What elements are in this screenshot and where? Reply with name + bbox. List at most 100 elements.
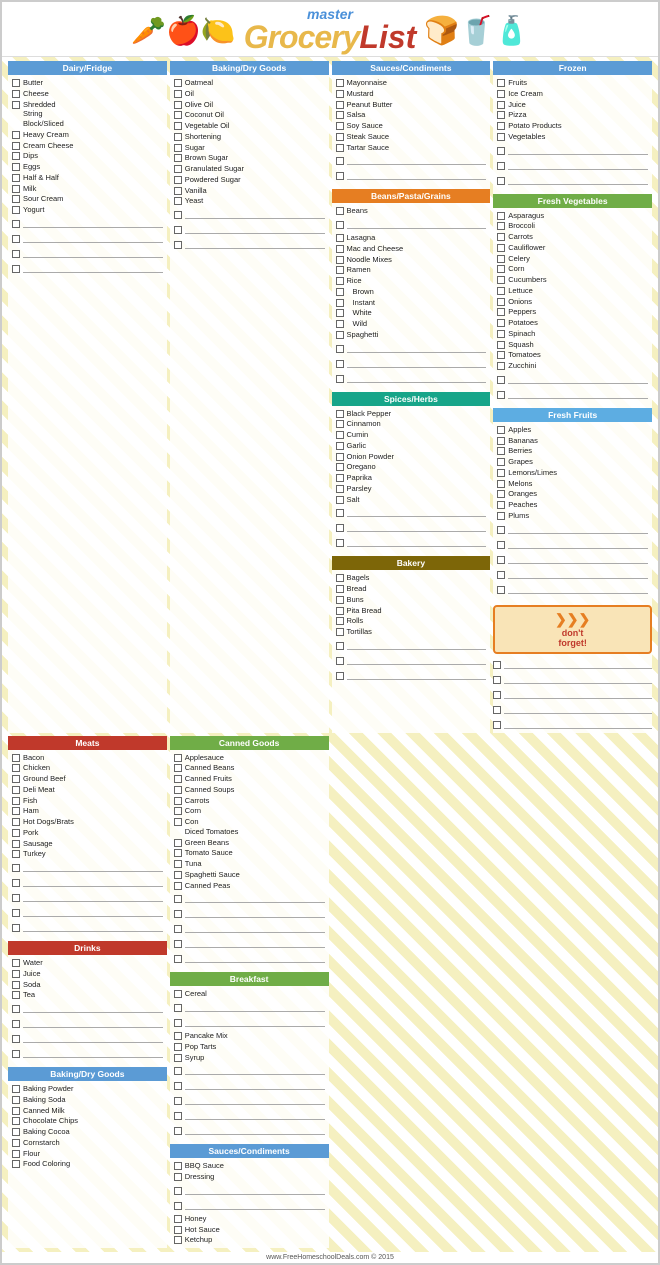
checkbox[interactable]: [336, 596, 344, 604]
checkbox[interactable]: [493, 721, 501, 729]
checkbox[interactable]: [336, 642, 344, 650]
checkbox[interactable]: [336, 585, 344, 593]
checkbox[interactable]: [174, 1082, 182, 1090]
checkbox[interactable]: [174, 754, 182, 762]
checkbox[interactable]: [174, 895, 182, 903]
checkbox[interactable]: [497, 469, 505, 477]
checkbox[interactable]: [12, 1050, 20, 1058]
checkbox[interactable]: [336, 509, 344, 517]
checkbox[interactable]: [497, 362, 505, 370]
checkbox[interactable]: [174, 839, 182, 847]
checkbox[interactable]: [497, 298, 505, 306]
checkbox[interactable]: [12, 1096, 20, 1104]
checkbox[interactable]: [12, 840, 20, 848]
checkbox[interactable]: [497, 437, 505, 445]
checkbox[interactable]: [12, 185, 20, 193]
checkbox[interactable]: [12, 786, 20, 794]
checkbox[interactable]: [174, 882, 182, 890]
checkbox[interactable]: [174, 849, 182, 857]
checkbox[interactable]: [174, 860, 182, 868]
checkbox[interactable]: [497, 233, 505, 241]
checkbox[interactable]: [497, 341, 505, 349]
checkbox[interactable]: [336, 277, 344, 285]
checkbox[interactable]: [174, 1173, 182, 1181]
checkbox[interactable]: [12, 1139, 20, 1147]
checkbox[interactable]: [336, 157, 344, 165]
checkbox[interactable]: [336, 101, 344, 109]
checkbox[interactable]: [174, 990, 182, 998]
checkbox[interactable]: [12, 909, 20, 917]
checkbox[interactable]: [336, 144, 344, 152]
checkbox[interactable]: [336, 122, 344, 130]
checkbox[interactable]: [174, 797, 182, 805]
checkbox[interactable]: [336, 345, 344, 353]
checkbox[interactable]: [336, 245, 344, 253]
checkbox[interactable]: [336, 524, 344, 532]
checkbox[interactable]: [493, 691, 501, 699]
checkbox[interactable]: [174, 111, 182, 119]
checkbox[interactable]: [174, 775, 182, 783]
checkbox[interactable]: [12, 1005, 20, 1013]
checkbox[interactable]: [336, 672, 344, 680]
checkbox[interactable]: [497, 351, 505, 359]
checkbox[interactable]: [497, 133, 505, 141]
checkbox[interactable]: [174, 1202, 182, 1210]
checkbox[interactable]: [174, 154, 182, 162]
checkbox[interactable]: [336, 288, 344, 296]
checkbox[interactable]: [497, 162, 505, 170]
checkbox[interactable]: [336, 410, 344, 418]
checkbox[interactable]: [12, 1107, 20, 1115]
checkbox[interactable]: [12, 79, 20, 87]
checkbox[interactable]: [174, 226, 182, 234]
checkbox[interactable]: [12, 250, 20, 258]
checkbox[interactable]: [497, 287, 505, 295]
checkbox[interactable]: [174, 122, 182, 130]
checkbox[interactable]: [12, 1150, 20, 1158]
checkbox[interactable]: [12, 265, 20, 273]
checkbox[interactable]: [497, 458, 505, 466]
checkbox[interactable]: [497, 526, 505, 534]
checkbox[interactable]: [12, 807, 20, 815]
checkbox[interactable]: [497, 101, 505, 109]
checkbox[interactable]: [174, 1019, 182, 1027]
checkbox[interactable]: [12, 235, 20, 243]
checkbox[interactable]: [174, 133, 182, 141]
checkbox[interactable]: [174, 165, 182, 173]
checkbox[interactable]: [497, 147, 505, 155]
checkbox[interactable]: [174, 807, 182, 815]
checkbox[interactable]: [174, 90, 182, 98]
checkbox[interactable]: [174, 818, 182, 826]
checkbox[interactable]: [497, 426, 505, 434]
checkbox[interactable]: [336, 266, 344, 274]
checkbox[interactable]: [12, 142, 20, 150]
checkbox[interactable]: [12, 195, 20, 203]
checkbox[interactable]: [497, 556, 505, 564]
checkbox[interactable]: [336, 133, 344, 141]
checkbox[interactable]: [12, 894, 20, 902]
checkbox[interactable]: [12, 1085, 20, 1093]
checkbox[interactable]: [12, 90, 20, 98]
checkbox[interactable]: [336, 320, 344, 328]
checkbox[interactable]: [174, 955, 182, 963]
checkbox[interactable]: [174, 79, 182, 87]
checkbox[interactable]: [12, 797, 20, 805]
checkbox[interactable]: [497, 490, 505, 498]
checkbox[interactable]: [336, 657, 344, 665]
checkbox[interactable]: [174, 1127, 182, 1135]
checkbox[interactable]: [174, 1043, 182, 1051]
checkbox[interactable]: [336, 607, 344, 615]
checkbox[interactable]: [497, 391, 505, 399]
checkbox[interactable]: [174, 187, 182, 195]
checkbox[interactable]: [497, 177, 505, 185]
checkbox[interactable]: [12, 879, 20, 887]
checkbox[interactable]: [336, 442, 344, 450]
checkbox[interactable]: [12, 152, 20, 160]
checkbox[interactable]: [12, 163, 20, 171]
checkbox[interactable]: [174, 925, 182, 933]
checkbox[interactable]: [174, 871, 182, 879]
checkbox[interactable]: [497, 79, 505, 87]
checkbox[interactable]: [174, 1032, 182, 1040]
checkbox[interactable]: [336, 474, 344, 482]
checkbox[interactable]: [12, 1020, 20, 1028]
checkbox[interactable]: [12, 775, 20, 783]
